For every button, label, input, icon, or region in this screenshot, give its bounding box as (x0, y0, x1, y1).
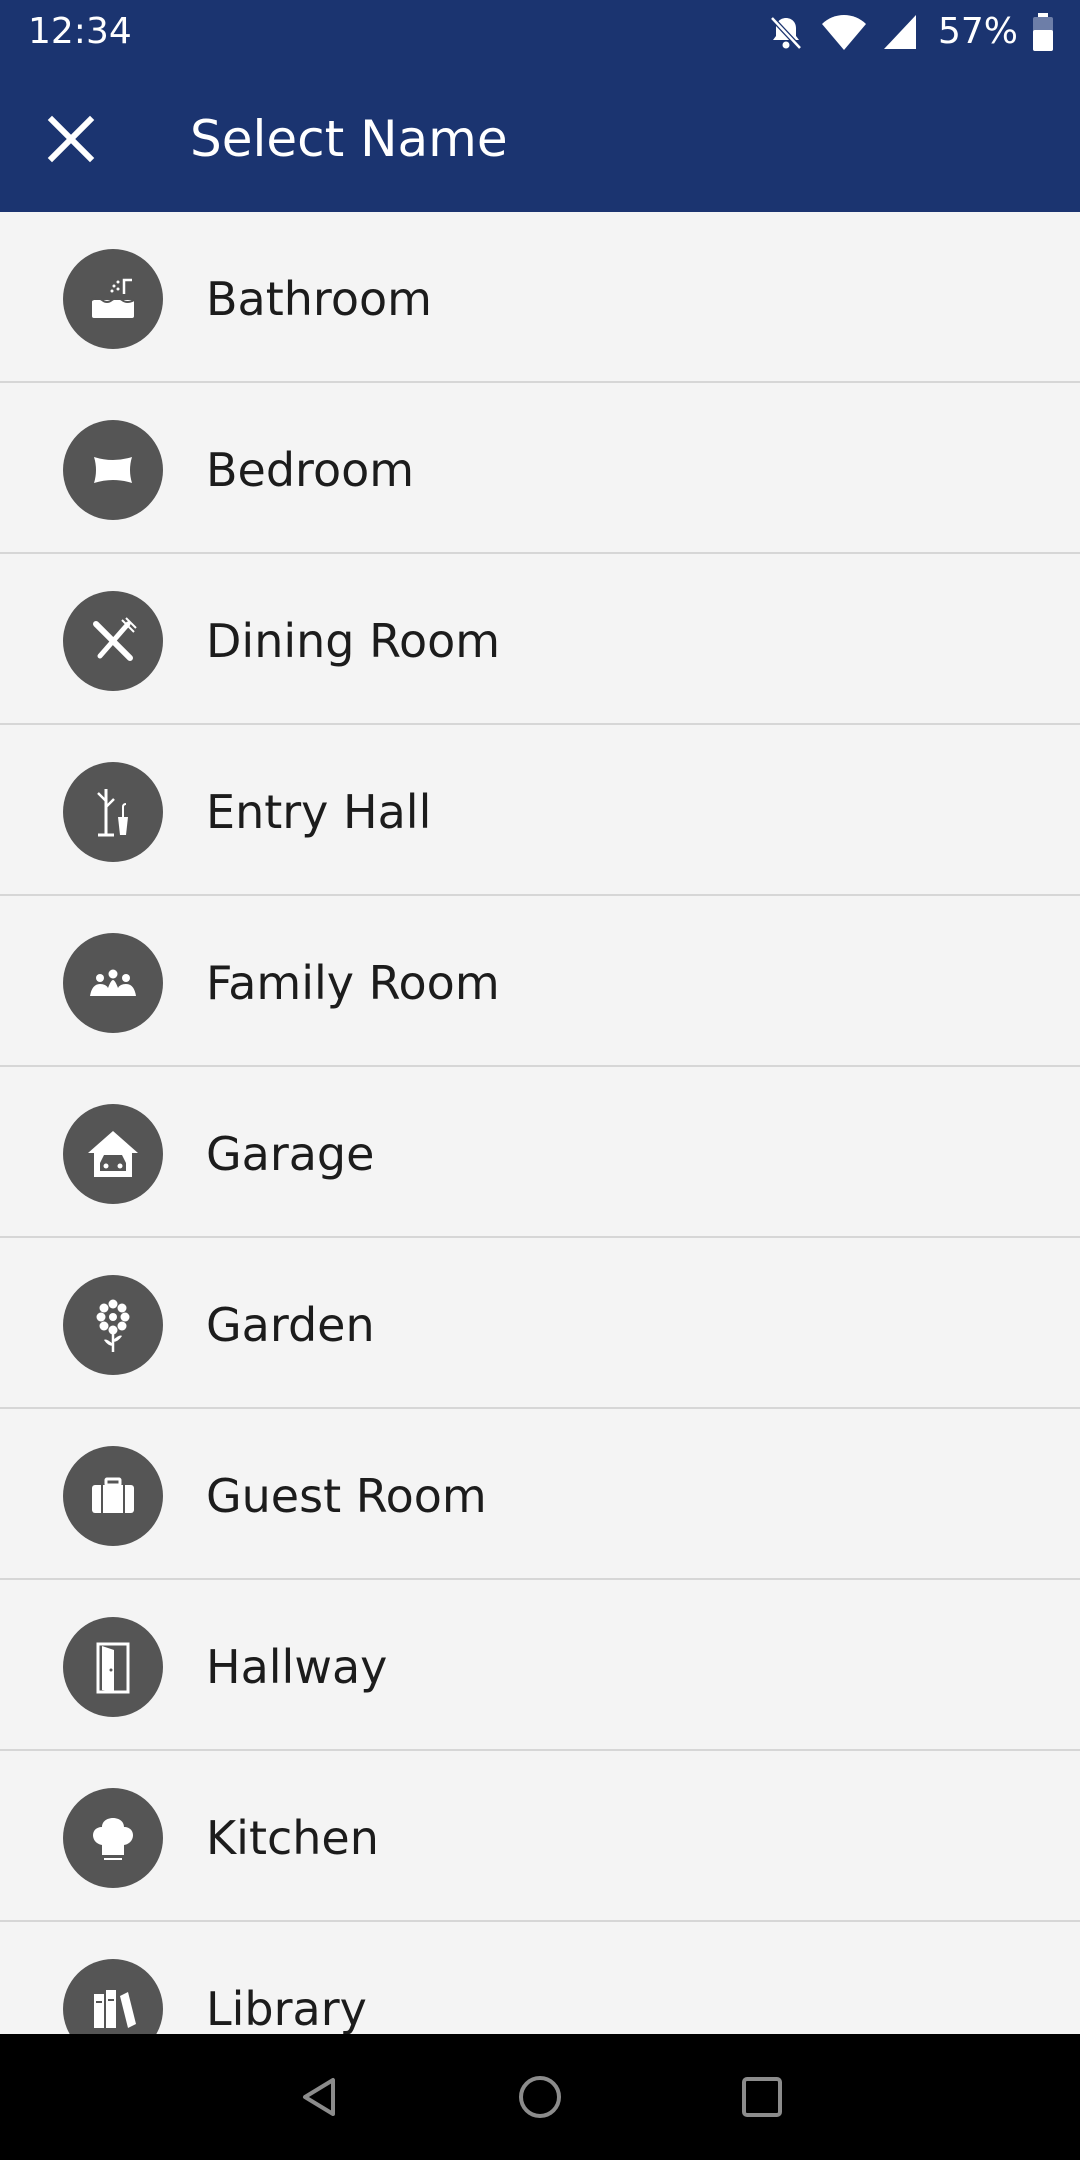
list-item-label: Library (206, 1982, 367, 2034)
list-item[interactable]: Bathroom (0, 212, 1080, 383)
list-item-label: Dining Room (206, 614, 501, 668)
list-item[interactable]: Entry Hall (0, 725, 1080, 896)
list-item[interactable]: Garage (0, 1067, 1080, 1238)
fork-knife-icon (63, 591, 163, 691)
list-item[interactable]: Garden (0, 1238, 1080, 1409)
books-icon (63, 1959, 163, 2034)
coat-rack-icon (63, 762, 163, 862)
list-item[interactable]: Hallway (0, 1580, 1080, 1751)
list-item-label: Entry Hall (206, 785, 432, 839)
bell-off-icon (766, 12, 806, 52)
list-item-label: Garden (206, 1298, 375, 1352)
status-time: 12:34 (28, 11, 132, 52)
signal-icon (882, 13, 918, 51)
list-item-label: Hallway (206, 1640, 388, 1694)
app-root: 12:34 57% Select Name Bathroom Bedroom D… (0, 0, 1080, 2160)
recents-button[interactable] (732, 2067, 792, 2127)
close-button[interactable] (36, 104, 106, 174)
family-icon (63, 933, 163, 1033)
recents-icon (742, 2077, 782, 2117)
app-bar: Select Name (0, 64, 1080, 212)
status-bar: 12:34 57% (0, 0, 1080, 64)
close-icon (47, 115, 95, 163)
back-button[interactable] (290, 2067, 350, 2127)
flower-icon (63, 1275, 163, 1375)
list-item-label: Bathroom (206, 272, 432, 326)
battery-percent: 57% (937, 11, 1018, 52)
list-item-label: Garage (206, 1127, 375, 1181)
list-item[interactable]: Guest Room (0, 1409, 1080, 1580)
list-item[interactable]: Kitchen (0, 1751, 1080, 1922)
list-item[interactable]: Library (0, 1922, 1080, 2034)
door-icon (63, 1617, 163, 1717)
suitcase-icon (63, 1446, 163, 1546)
list-item[interactable]: Bedroom (0, 383, 1080, 554)
list-item-label: Guest Room (206, 1469, 487, 1523)
list-item-label: Kitchen (206, 1811, 379, 1865)
pillow-icon (63, 420, 163, 520)
status-icons: 57% (766, 8, 1054, 56)
system-nav-bar (0, 2034, 1080, 2160)
garage-car-icon (63, 1104, 163, 1204)
home-button[interactable] (510, 2067, 570, 2127)
home-icon (519, 2076, 561, 2118)
battery-icon (1032, 12, 1054, 52)
list-item[interactable]: Dining Room (0, 554, 1080, 725)
page-title: Select Name (190, 110, 508, 168)
list-item-label: Family Room (206, 956, 500, 1010)
back-icon (303, 2078, 335, 2116)
room-list: Bathroom Bedroom Dining Room Entry Hall … (0, 212, 1080, 2034)
bathtub-icon (63, 249, 163, 349)
chef-hat-icon (63, 1788, 163, 1888)
wifi-icon (820, 12, 868, 52)
list-item-label: Bedroom (206, 443, 415, 497)
list-item[interactable]: Family Room (0, 896, 1080, 1067)
